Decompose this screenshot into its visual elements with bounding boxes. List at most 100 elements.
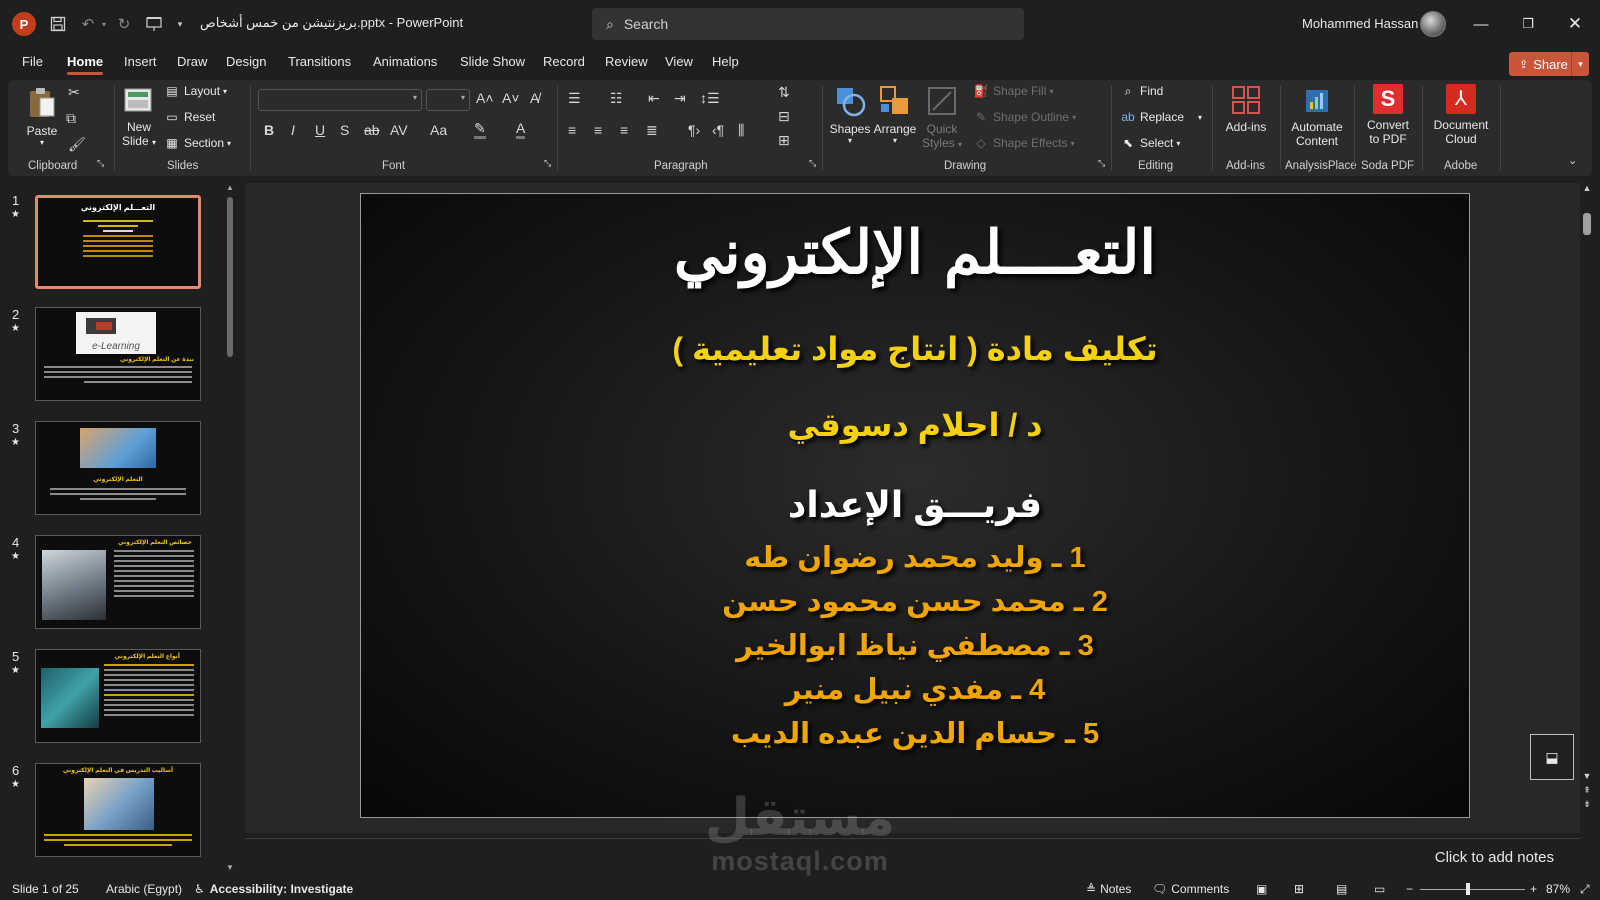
right-to-left-icon[interactable]: ‹¶ bbox=[712, 122, 724, 138]
slide-thumbnail-3[interactable]: التعلم الإلكتروني bbox=[35, 421, 201, 515]
tab-file[interactable]: File bbox=[22, 54, 43, 69]
slide-thumbnail-2[interactable]: e-Learning نبذة عن التعلم الإلكتروني bbox=[35, 307, 201, 401]
shape-effects-button[interactable]: ◇ Shape Effects ▾ bbox=[973, 136, 1074, 150]
tab-record[interactable]: Record bbox=[543, 54, 585, 69]
align-text-icon[interactable]: ⊟ bbox=[778, 108, 790, 125]
notes-pane[interactable]: Click to add notes bbox=[245, 838, 1580, 878]
slide-scrollbar[interactable]: ▲ ▼ ⇞ ⇟ bbox=[1580, 183, 1594, 823]
bookmark-icon[interactable]: ⬓ bbox=[1530, 734, 1574, 780]
text-shadow-icon[interactable]: S bbox=[340, 122, 349, 138]
drawing-launcher-icon[interactable]: ⤡ bbox=[1098, 158, 1105, 169]
bold-icon[interactable]: B bbox=[264, 122, 274, 138]
scroll-down-icon[interactable]: ▼ bbox=[1580, 771, 1594, 781]
cut-icon[interactable]: ✂ bbox=[68, 84, 80, 101]
paragraph-launcher-icon[interactable]: ⤡ bbox=[809, 158, 816, 169]
numbering-icon[interactable]: ☷ bbox=[610, 90, 623, 107]
slide-subtitle[interactable]: تكليف مادة ( انتاج مواد تعليمية ) bbox=[361, 330, 1469, 368]
change-case-icon[interactable]: Aa bbox=[430, 122, 447, 138]
align-right-icon[interactable]: ≡ bbox=[620, 122, 628, 138]
automate-content-button[interactable]: Automate Content bbox=[1284, 84, 1350, 148]
notes-button[interactable]: ≜ Notes bbox=[1086, 882, 1131, 896]
tab-design[interactable]: Design bbox=[226, 54, 266, 69]
slide-title[interactable]: التعــــلم الإلكتروني bbox=[361, 218, 1469, 288]
current-slide[interactable]: التعــــلم الإلكتروني تكليف مادة ( انتاج… bbox=[360, 193, 1470, 818]
team-member[interactable]: 1 ـ وليد محمد رضوان طه bbox=[361, 540, 1469, 575]
justify-icon[interactable]: ≣ bbox=[646, 122, 658, 139]
tab-slide-show[interactable]: Slide Show bbox=[460, 54, 525, 69]
notes-placeholder[interactable]: Click to add notes bbox=[1435, 849, 1554, 866]
tab-draw[interactable]: Draw bbox=[177, 54, 207, 69]
select-button[interactable]: ⬉ Select ▾ bbox=[1120, 136, 1180, 150]
slide-doctor[interactable]: د / احلام دسوقي bbox=[361, 406, 1469, 444]
align-center-icon[interactable]: ≡ bbox=[594, 122, 602, 138]
team-member[interactable]: 3 ـ مصطفي نياظ ابوالخير bbox=[361, 628, 1469, 663]
slide-thumbnail-6[interactable]: أساليب التدريس في التعلم الإلكتروني bbox=[35, 763, 201, 857]
quick-styles-button[interactable]: Quick Styles ▾ bbox=[920, 84, 964, 150]
shape-outline-button[interactable]: ✎ Shape Outline ▾ bbox=[973, 110, 1076, 124]
character-spacing-icon[interactable]: AV bbox=[390, 122, 408, 138]
save-icon[interactable] bbox=[46, 12, 70, 36]
font-family-combo[interactable]: ▾ bbox=[258, 89, 422, 111]
team-member[interactable]: 4 ـ مفدي نبيل منير bbox=[361, 672, 1469, 707]
tab-home[interactable]: Home bbox=[67, 54, 104, 75]
new-slide-button[interactable]: New Slide ▾ bbox=[118, 86, 160, 148]
share-button[interactable]: ⇪ Share ▾ bbox=[1509, 52, 1589, 76]
copy-icon[interactable]: ⧉ bbox=[66, 110, 76, 127]
search-box[interactable]: ⌕ Search bbox=[592, 8, 1024, 40]
previous-slide-icon[interactable]: ⇞ bbox=[1580, 785, 1594, 796]
replace-button[interactable]: ab Replace ▾ bbox=[1120, 110, 1202, 124]
highlight-color-icon[interactable]: ✎ bbox=[474, 120, 486, 139]
avatar[interactable] bbox=[1420, 11, 1446, 37]
scroll-up-icon[interactable]: ▲ bbox=[226, 183, 234, 192]
close-icon[interactable]: ✕ bbox=[1552, 10, 1598, 38]
slide-show-icon[interactable]: ▭ bbox=[1374, 882, 1385, 896]
add-ins-button[interactable]: Add-ins bbox=[1216, 84, 1276, 134]
minimize-icon[interactable]: — bbox=[1458, 10, 1504, 38]
collapse-ribbon-icon[interactable]: ⌄ bbox=[1568, 154, 1577, 167]
text-direction-icon[interactable]: ⇅ bbox=[778, 84, 790, 101]
shapes-button[interactable]: Shapes ▾ bbox=[828, 84, 872, 145]
slide-thumbnail-4[interactable]: خصائص التعلم الإلكتروني bbox=[35, 535, 201, 629]
tab-review[interactable]: Review bbox=[605, 54, 648, 69]
restore-icon[interactable]: ❐ bbox=[1505, 10, 1551, 38]
scroll-thumb[interactable] bbox=[227, 197, 233, 357]
team-member[interactable]: 5 ـ حسام الدين عبده الديب bbox=[361, 716, 1469, 751]
slide-thumbnail-1[interactable]: التعـــلم الإلكتروني bbox=[35, 195, 201, 289]
increase-font-size-icon[interactable]: A˄ bbox=[476, 90, 494, 106]
tab-help[interactable]: Help bbox=[712, 54, 739, 69]
layout-button[interactable]: ▤ Layout ▾ bbox=[164, 84, 227, 98]
arrange-button[interactable]: Arrange ▾ bbox=[872, 84, 918, 145]
underline-icon[interactable]: U bbox=[315, 122, 325, 138]
shape-fill-button[interactable]: ⛽ Shape Fill ▾ bbox=[973, 84, 1054, 98]
next-slide-icon[interactable]: ⇟ bbox=[1580, 799, 1594, 810]
font-color-icon[interactable]: A bbox=[516, 120, 526, 139]
decrease-font-size-icon[interactable]: A˅ bbox=[502, 90, 520, 106]
convert-to-pdf-button[interactable]: S Convert to PDF bbox=[1358, 84, 1418, 146]
share-dropdown-icon[interactable]: ▾ bbox=[1571, 52, 1589, 76]
team-heading[interactable]: فريـــق الإعداد bbox=[361, 484, 1469, 526]
team-member[interactable]: 2 ـ محمد حسن محمود حسن bbox=[361, 584, 1469, 619]
font-launcher-icon[interactable]: ⤡ bbox=[544, 158, 551, 169]
line-spacing-icon[interactable]: ↕☰ bbox=[700, 90, 720, 107]
zoom-slider[interactable] bbox=[1420, 889, 1525, 890]
slide-counter[interactable]: Slide 1 of 25 bbox=[12, 882, 79, 896]
tab-animations[interactable]: Animations bbox=[373, 54, 437, 69]
reading-view-icon[interactable]: ▤ bbox=[1336, 882, 1347, 896]
strikethrough-icon[interactable]: ab bbox=[364, 122, 380, 138]
clipboard-launcher-icon[interactable]: ⤡ bbox=[97, 158, 104, 169]
clear-formatting-icon[interactable]: A̸ bbox=[530, 90, 539, 106]
language-indicator[interactable]: Arabic (Egypt) bbox=[106, 882, 182, 896]
bullets-icon[interactable]: ☰ bbox=[568, 90, 581, 107]
normal-view-icon[interactable]: ▣ bbox=[1256, 882, 1267, 896]
format-painter-icon[interactable]: 🖌 bbox=[68, 136, 86, 153]
fit-to-window-icon[interactable]: ⤢ bbox=[1580, 882, 1590, 897]
present-from-beginning-icon[interactable] bbox=[142, 12, 166, 36]
tab-transitions[interactable]: Transitions bbox=[288, 54, 351, 69]
reset-button[interactable]: ▭ Reset bbox=[164, 110, 215, 124]
convert-to-smartart-icon[interactable]: ⊞ bbox=[778, 132, 790, 149]
align-left-icon[interactable]: ≡ bbox=[568, 122, 576, 138]
accessibility-button[interactable]: ♿ Accessibility: Investigate bbox=[194, 882, 353, 896]
customize-qat-icon[interactable]: ▾ bbox=[172, 12, 188, 36]
section-button[interactable]: ▦ Section ▾ bbox=[164, 136, 231, 150]
tab-insert[interactable]: Insert bbox=[124, 54, 157, 69]
